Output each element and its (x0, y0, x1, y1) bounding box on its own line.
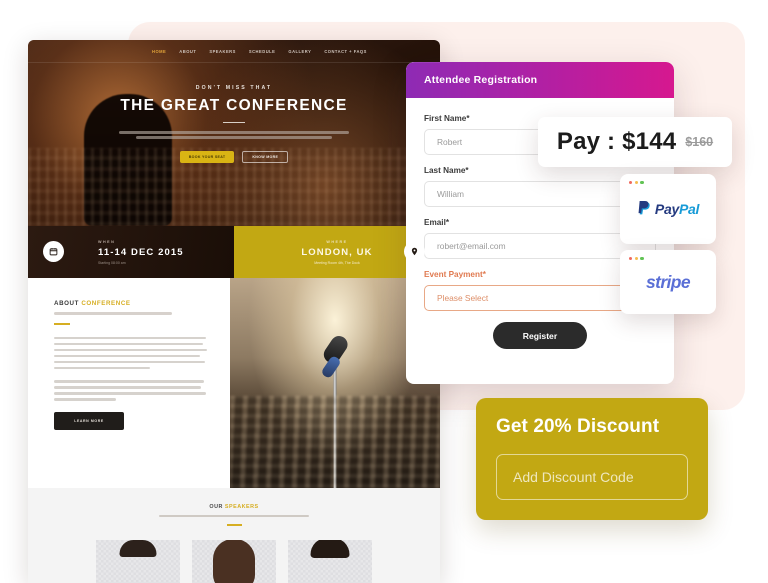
nav-item-speakers[interactable]: SPEAKERS (209, 49, 236, 54)
nav-item-home[interactable]: HOME (152, 49, 166, 54)
event-info-strip: WHEN 11-14 DEC 2015 Starting 08:00 am WH… (28, 226, 440, 278)
speakers-grid (28, 540, 440, 583)
pay-amount: $144 (622, 128, 677, 155)
hero-content: DON'T MISS THAT THE GREAT CONFERENCE BOO… (28, 85, 440, 163)
register-button[interactable]: Register (493, 322, 587, 349)
paypal-text-b: Pal (678, 201, 700, 217)
window-traffic-lights (629, 181, 644, 185)
about-paragraph-1 (54, 336, 210, 370)
where-value: LONDON, UK (301, 246, 373, 258)
hero-subtext-placeholder (116, 131, 352, 139)
discount-code-input[interactable]: Add Discount Code (496, 454, 688, 500)
pay-original-amount: $160 (685, 135, 714, 149)
pay-label: Pay : (556, 128, 616, 155)
about-section: ABOUT CONFERENCE LEARN MORE (28, 278, 230, 488)
discount-card: Get 20% Discount Add Discount Code (476, 398, 708, 520)
speakers-heading: OUR SPEAKERS (28, 504, 440, 527)
speaker-card[interactable] (192, 540, 276, 583)
nav-item-schedule[interactable]: SCHEDULE (249, 49, 276, 54)
when-note: Starting 08:00 am (98, 260, 126, 265)
about-divider (54, 322, 70, 325)
pay-amount-badge: Pay : $144 $160 (538, 117, 732, 167)
speakers-subheading-placeholder (159, 515, 309, 518)
site-navigation[interactable]: HOME ABOUT SPEAKERS SCHEDULE GALLERY CON… (28, 40, 440, 63)
speaker-card[interactable] (96, 540, 180, 583)
speakers-heading-accent: SPEAKERS (224, 504, 259, 510)
about-heading-accent: CONFERENCE (81, 300, 131, 307)
nav-item-contact-faqs[interactable]: CONTACT + FAQS (324, 49, 367, 54)
speaker-card[interactable] (288, 540, 372, 583)
speakers-section: OUR SPEAKERS (28, 488, 440, 583)
registration-title: Attendee Registration (424, 74, 538, 86)
window-traffic-lights (629, 257, 644, 261)
stripe-wordmark: stripe (645, 271, 691, 292)
hero-section: HOME ABOUT SPEAKERS SCHEDULE GALLERY CON… (28, 40, 440, 226)
hero-secondary-button[interactable]: KNOW MORE (242, 150, 289, 163)
registration-header: Attendee Registration (406, 62, 674, 98)
event-website-mockup: HOME ABOUT SPEAKERS SCHEDULE GALLERY CON… (28, 40, 440, 583)
pay-amount-text: Pay : $144 (557, 128, 676, 156)
hero-divider (223, 122, 245, 123)
nav-item-about[interactable]: ABOUT (179, 49, 196, 54)
event-where-text: WHERE LONDON, UK Meeting Room 4th, The D… (301, 240, 372, 265)
when-value: 11-14 DEC 2015 (98, 246, 184, 258)
hero-kicker: DON'T MISS THAT (195, 85, 273, 91)
paypal-icon (637, 200, 652, 218)
mic-stand (333, 357, 337, 488)
where-note: Meeting Room 4th, The Dock (314, 260, 360, 265)
paypal-text-a: Pay (654, 201, 679, 217)
about-and-image-row: ABOUT CONFERENCE LEARN MORE (28, 278, 440, 488)
speakers-divider (226, 524, 242, 527)
paypal-provider-card[interactable]: PayPal (620, 174, 716, 244)
nav-item-gallery[interactable]: GALLERY (288, 49, 311, 54)
paypal-wordmark: PayPal (655, 201, 699, 217)
event-when-block: WHEN 11-14 DEC 2015 Starting 08:00 am (28, 226, 234, 278)
about-heading: ABOUT CONFERENCE (54, 300, 210, 307)
hero-title: THE GREAT CONFERENCE (120, 97, 348, 114)
calendar-icon (43, 241, 64, 262)
hero-buttons: BOOK YOUR SEAT KNOW MORE (28, 150, 440, 163)
about-subheading-placeholder (54, 312, 172, 315)
about-button-label: LEARN MORE (74, 418, 104, 423)
speakers-heading-strong: OUR (209, 504, 223, 510)
last-name-label: Last Name* (424, 166, 469, 175)
discount-title: Get 20% Discount (496, 416, 660, 437)
stripe-provider-card[interactable]: stripe (620, 250, 716, 314)
about-learn-more-button[interactable]: LEARN MORE (54, 411, 124, 430)
hero-primary-button[interactable]: BOOK YOUR SEAT (179, 150, 235, 163)
about-heading-strong: ABOUT (54, 300, 79, 307)
when-label: WHEN (98, 239, 116, 244)
about-paragraph-2 (54, 380, 210, 401)
where-label: WHERE (326, 239, 348, 244)
screenshot-stage: HOME ABOUT SPEAKERS SCHEDULE GALLERY CON… (0, 0, 768, 583)
location-pin-icon (404, 241, 425, 262)
